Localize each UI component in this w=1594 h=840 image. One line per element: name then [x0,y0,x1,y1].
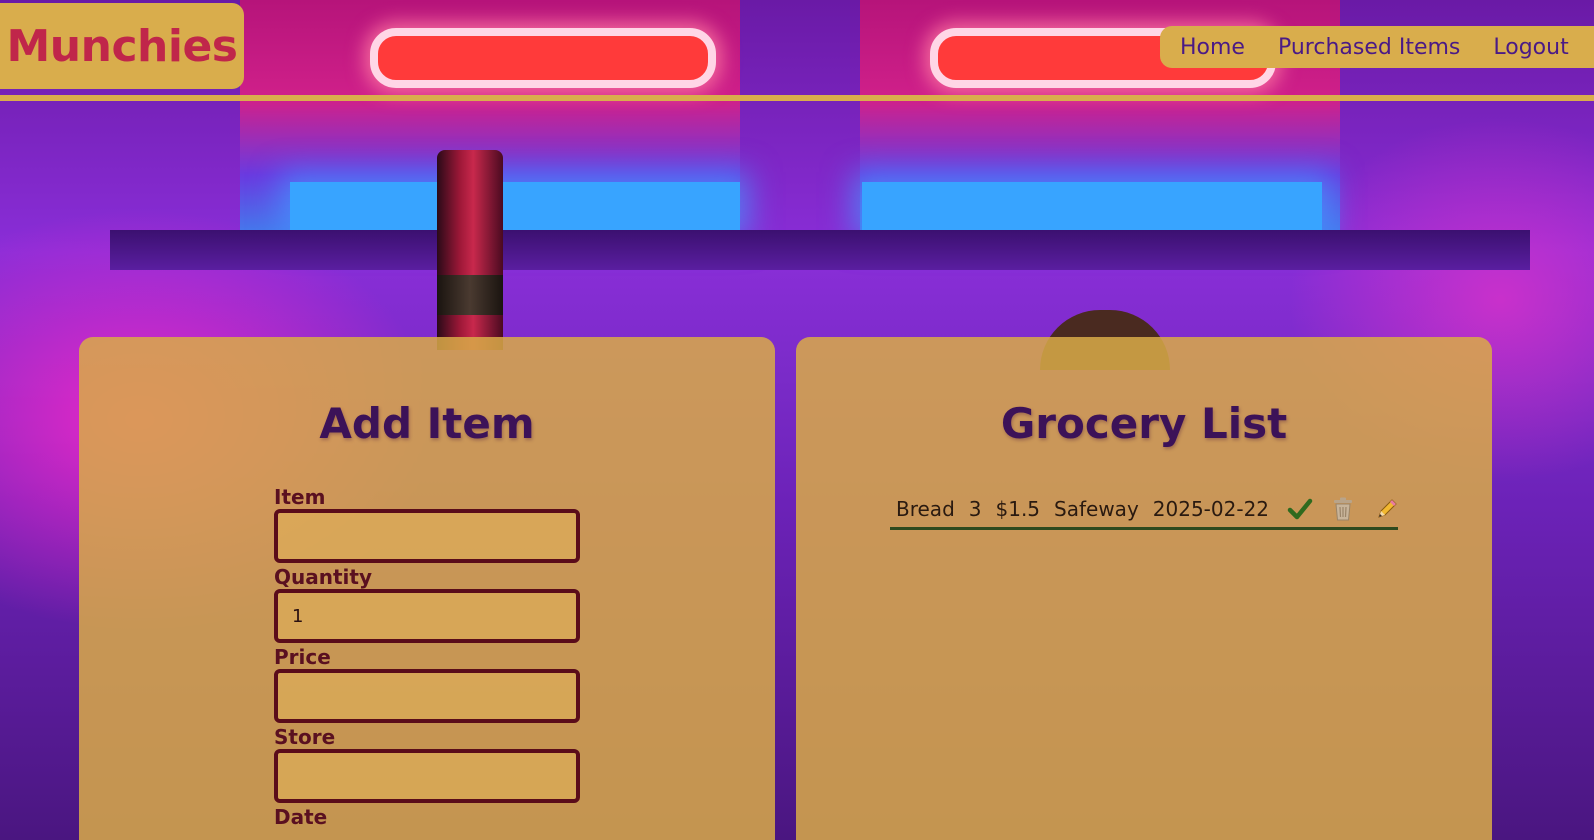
nav-logout-link[interactable]: Logout [1493,35,1568,60]
nav-home-link[interactable]: Home [1180,35,1245,60]
background-shelf [110,230,1530,270]
grocery-list-title: Grocery List [1000,399,1288,448]
logo-text: Munchies [6,20,238,72]
background-neon-light [370,28,716,88]
nav-purchased-items-link[interactable]: Purchased Items [1278,35,1460,60]
pencil-icon[interactable] [1375,494,1399,524]
item-label: Item [274,485,326,509]
trash-icon[interactable] [1331,494,1355,524]
background-blue-glow [862,182,1322,230]
store-label: Store [274,725,336,749]
item-quantity: 3 [968,497,982,521]
price-input[interactable] [274,669,580,723]
item-date: 2025-02-22 [1152,497,1270,521]
check-icon[interactable] [1287,494,1313,524]
logo[interactable]: Munchies [0,3,244,89]
date-label: Date [274,805,328,829]
grocery-list-card: Grocery List Bread 3 $1.5 Safeway 2025-0… [796,337,1492,840]
add-item-title: Add Item [319,399,535,448]
quantity-input[interactable] [274,589,580,643]
background-blue-glow [290,182,740,230]
header-divider [0,95,1594,101]
add-item-card: Add Item Item Quantity Price Store Date [79,337,775,840]
item-name: Bread [896,497,955,521]
add-item-form: Item Quantity Price Store Date [274,485,584,829]
background-bottle [437,150,503,350]
main-nav: Home Purchased Items Logout [1160,26,1594,68]
item-price: $1.5 [995,497,1041,521]
item-input[interactable] [274,509,580,563]
background-bottle-label [437,275,503,315]
quantity-label: Quantity [274,565,372,589]
store-input[interactable] [274,749,580,803]
grocery-list-item: Bread 3 $1.5 Safeway 2025-02-22 [890,491,1398,530]
item-store: Safeway [1054,497,1139,521]
price-label: Price [274,645,331,669]
